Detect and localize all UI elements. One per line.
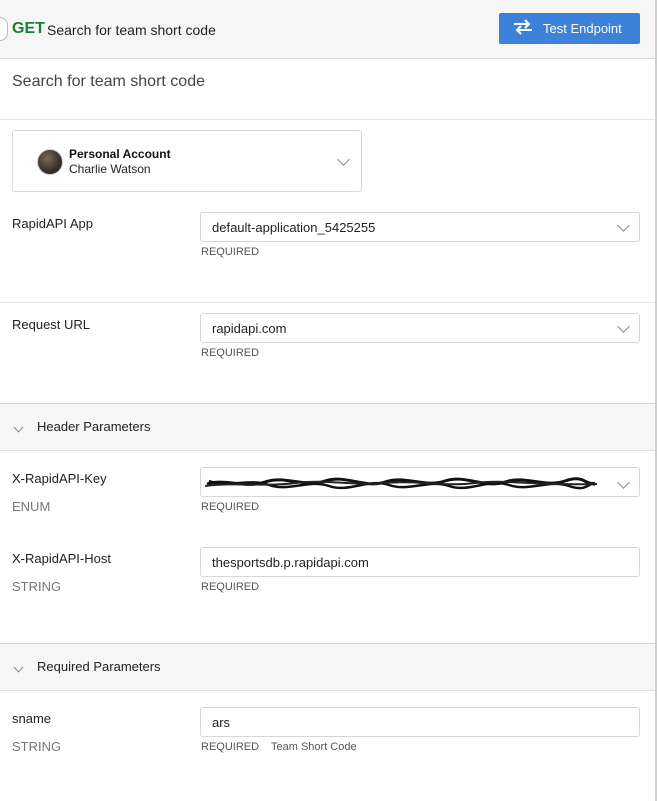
- header-parameters-section[interactable]: Header Parameters: [0, 403, 655, 451]
- account-user-name: Charlie Watson: [69, 162, 151, 176]
- divider: [0, 119, 655, 120]
- param-type: STRING: [12, 579, 62, 594]
- endpoint-title: Search for team short code: [47, 22, 216, 38]
- chevron-down-icon: [617, 320, 630, 333]
- api-host-input[interactable]: thesportsdb.p.rapidapi.com: [200, 547, 640, 577]
- rapidapi-app-select[interactable]: default-application_5425255: [200, 212, 640, 242]
- test-endpoint-button[interactable]: Test Endpoint: [499, 13, 640, 44]
- swap-arrows-icon: [513, 19, 533, 38]
- chevron-down-icon: [617, 219, 630, 232]
- api-host-value: thesportsdb.p.rapidapi.com: [212, 555, 369, 570]
- required-badge: REQUIRED: [201, 501, 260, 513]
- chevron-down-icon: [13, 422, 24, 433]
- avatar: [37, 149, 63, 175]
- chevron-down-icon: [617, 476, 630, 489]
- request-url-value: rapidapi.com: [212, 321, 287, 336]
- section-title: Required Parameters: [37, 659, 161, 674]
- required-badge: REQUIRED: [201, 246, 260, 258]
- required-badge: REQUIRED: [201, 347, 260, 359]
- sname-input[interactable]: ars: [200, 707, 640, 737]
- account-selector[interactable]: Personal Account Charlie Watson: [12, 130, 362, 192]
- rapidapi-app-label: RapidAPI App: [12, 216, 93, 231]
- endpoint-description: Search for team short code: [12, 73, 205, 90]
- chevron-down-icon: [337, 153, 350, 166]
- request-url-label: Request URL: [12, 317, 91, 332]
- param-type: ENUM: [12, 499, 51, 514]
- divider: [0, 302, 655, 303]
- section-title: Header Parameters: [37, 419, 151, 434]
- test-endpoint-label: Test Endpoint: [543, 21, 622, 36]
- account-type: Personal Account: [69, 147, 171, 161]
- api-key-select[interactable]: [200, 467, 640, 497]
- param-name: X-RapidAPI-Host: [12, 551, 111, 566]
- param-type: STRING: [12, 739, 62, 754]
- required-parameters-section[interactable]: Required Parameters: [0, 643, 655, 691]
- rapidapi-app-value: default-application_5425255: [212, 220, 376, 235]
- http-method-badge: GET: [12, 20, 45, 37]
- param-name: X-RapidAPI-Key: [12, 471, 107, 486]
- sname-value: ars: [212, 715, 231, 730]
- param-name: sname: [12, 711, 52, 726]
- required-badge: REQUIRED: [201, 581, 260, 593]
- request-url-select[interactable]: rapidapi.com: [200, 313, 640, 343]
- chevron-down-icon: [13, 662, 24, 673]
- param-description: Team Short Code: [271, 741, 357, 753]
- required-badge: REQUIRED: [201, 741, 260, 753]
- redacted-key-scribble: [205, 477, 597, 490]
